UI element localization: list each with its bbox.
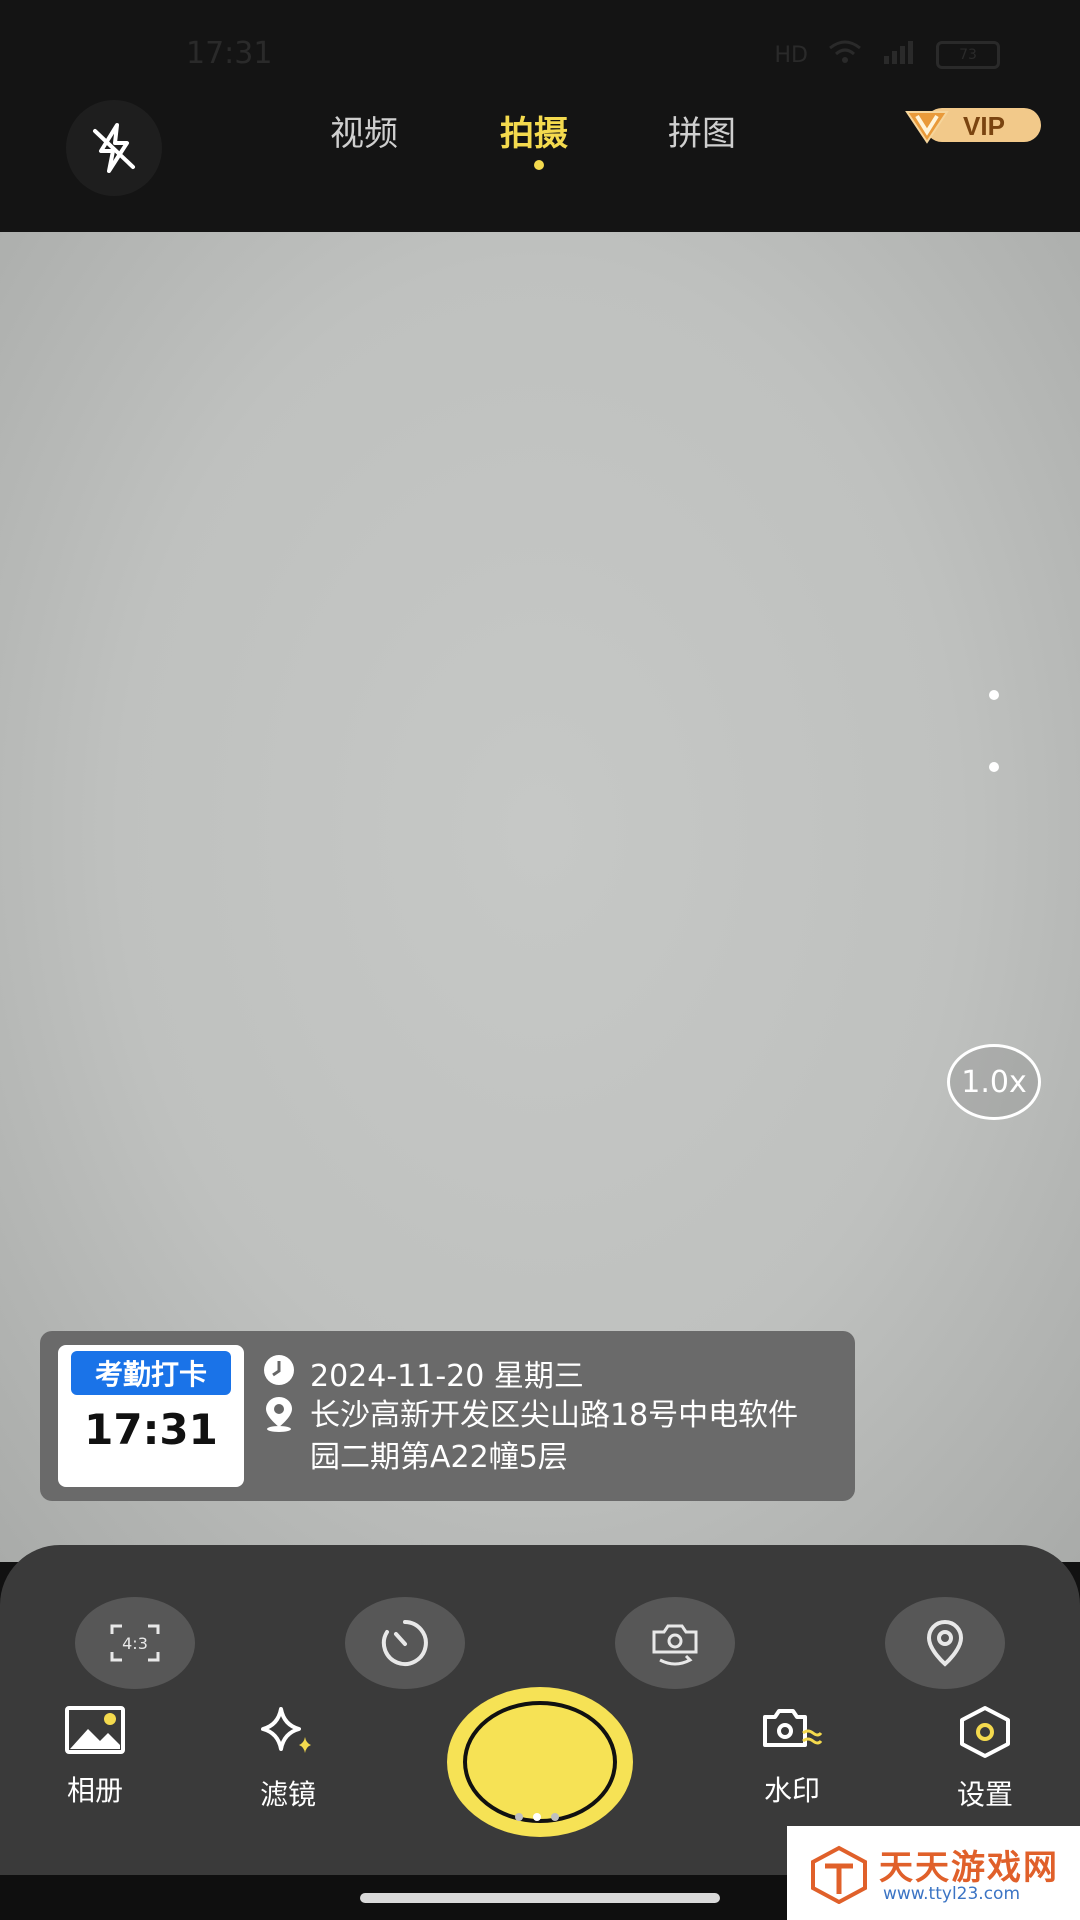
watermark-date: 2024-11-20 星期三	[310, 1359, 584, 1394]
hd-indicator: HD	[774, 42, 808, 68]
timer-button[interactable]	[345, 1597, 465, 1689]
location-pin-icon	[262, 1397, 296, 1432]
filter-label: 滤镜	[259, 1778, 316, 1811]
filter-sparkle-icon	[261, 1707, 311, 1753]
filter-button[interactable]: 滤镜	[233, 1705, 343, 1813]
location-icon	[926, 1619, 964, 1667]
attendance-time: 17:31	[84, 1405, 218, 1454]
zoom-button[interactable]: 1.0x	[947, 1044, 1041, 1120]
album-icon	[65, 1706, 125, 1754]
vip-badge-icon: VIP	[905, 108, 1041, 144]
status-bar: 17:31 HD 73	[0, 0, 1080, 100]
timer-icon	[381, 1620, 428, 1666]
watermark-camera-icon	[763, 1709, 823, 1747]
tab-collage[interactable]: 拼图	[668, 106, 736, 155]
aspect-ratio-icon: 4:3	[110, 1624, 160, 1662]
switch-camera-icon	[652, 1624, 698, 1666]
settings-hexagon-icon	[960, 1706, 1010, 1758]
clock-icon	[262, 1353, 296, 1387]
attendance-badge: 考勤打卡 17:31	[58, 1345, 244, 1487]
page-dot-active	[533, 1813, 541, 1821]
zoom-level-dot[interactable]	[989, 762, 999, 772]
site-url: www.ttyl23.com	[883, 1884, 1021, 1904]
watermark-date-row: 2024-11-20 星期三	[262, 1351, 584, 1395]
switch-camera-button[interactable]	[615, 1597, 735, 1689]
settings-button[interactable]: 设置	[930, 1705, 1040, 1813]
battery-icon: 73	[936, 41, 1000, 69]
status-icons: HD 73	[775, 40, 1000, 70]
watermark-address-row: 长沙高新开发区尖山路18号中电软件园二期第A22幢5层	[262, 1395, 822, 1479]
album-button[interactable]: 相册	[40, 1705, 150, 1809]
aspect-ratio-button[interactable]: 4:3	[75, 1597, 195, 1689]
active-tab-indicator	[534, 160, 544, 170]
vip-label: VIP	[963, 111, 1005, 141]
settings-label: 设置	[956, 1778, 1013, 1811]
vip-button[interactable]: VIP	[905, 102, 1045, 148]
page-dot	[551, 1813, 559, 1821]
watermark-label: 水印	[763, 1774, 820, 1807]
status-time: 17:31	[186, 36, 273, 71]
mode-bar: 视频 拍摄 拼图 VIP	[0, 100, 1080, 232]
site-logo-icon	[811, 1845, 867, 1904]
aspect-ratio-text: 4:3	[122, 1634, 148, 1653]
site-title: 天天游戏网	[879, 1848, 1059, 1888]
tab-photo[interactable]: 拍摄	[500, 106, 568, 155]
shutter-inner-ring	[463, 1701, 617, 1823]
mode-page-indicator	[515, 1813, 559, 1821]
attendance-label: 考勤打卡	[71, 1351, 231, 1395]
site-watermark: 天天游戏网 www.ttyl23.com	[787, 1826, 1080, 1920]
zoom-level-dot[interactable]	[989, 690, 999, 700]
wifi-icon	[828, 40, 862, 70]
home-indicator[interactable]	[360, 1893, 720, 1903]
watermark-address: 长沙高新开发区尖山路18号中电软件园二期第A22幢5层	[310, 1398, 799, 1475]
album-label: 相册	[66, 1774, 123, 1807]
signal-icon	[882, 40, 916, 70]
location-button[interactable]	[885, 1597, 1005, 1689]
watermark-card[interactable]: 考勤打卡 17:31 2024-11-20 星期三 长沙高新开发区尖山路18号中…	[40, 1331, 855, 1501]
page-dot	[515, 1813, 523, 1821]
tab-video[interactable]: 视频	[330, 106, 398, 155]
watermark-button[interactable]: 水印	[737, 1705, 847, 1809]
